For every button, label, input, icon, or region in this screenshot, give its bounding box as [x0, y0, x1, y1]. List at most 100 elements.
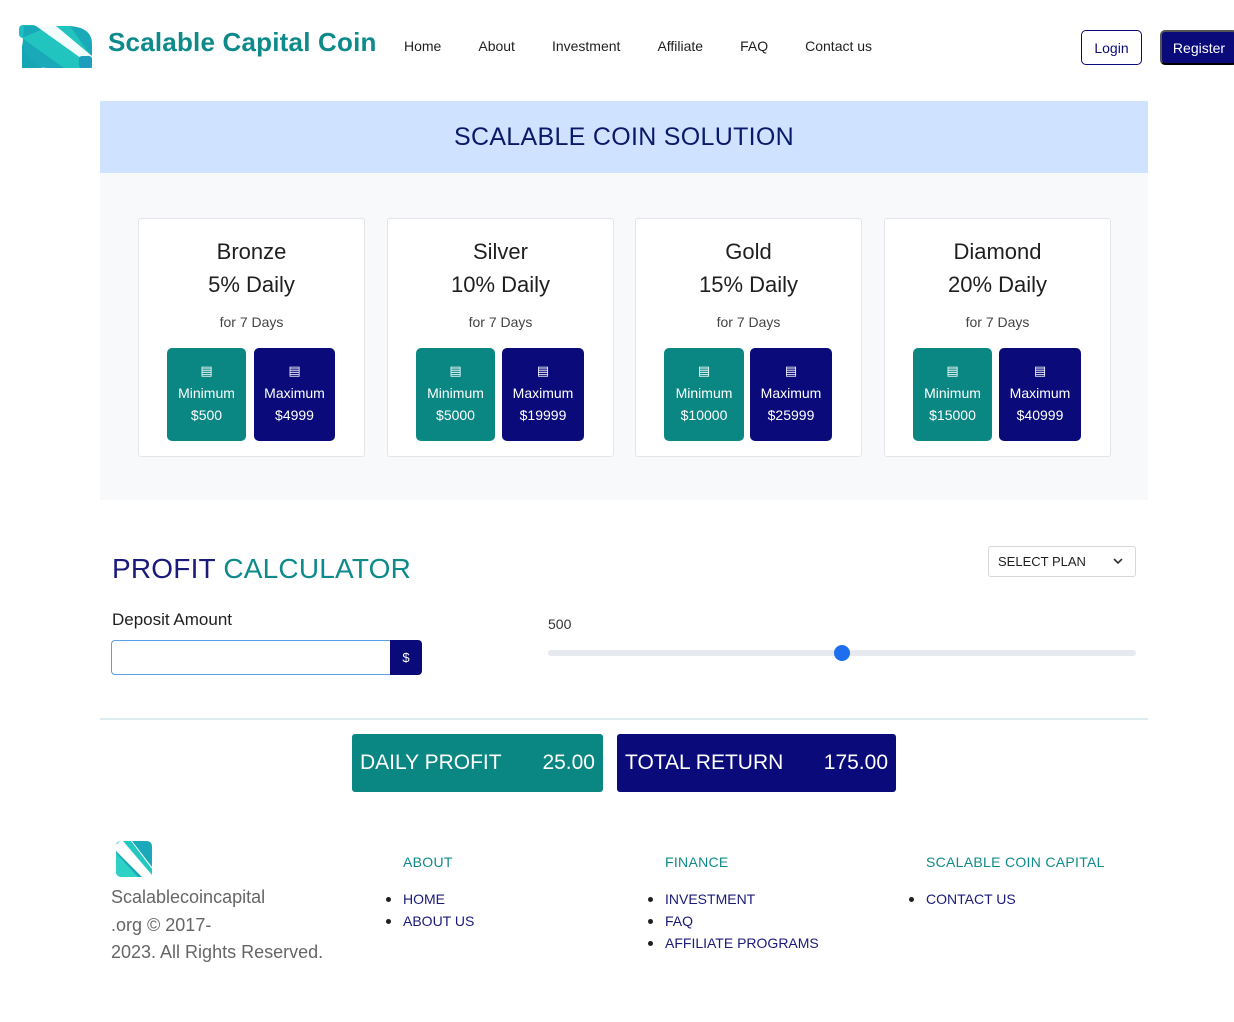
minimum-value: $15000 [929, 407, 976, 423]
total-return-label: TOTAL RETURN [625, 751, 784, 774]
cash-register-icon: ▤ [449, 363, 462, 378]
footer-list-finance: INVESTMENT FAQ AFFILIATE PROGRAMS [648, 889, 819, 955]
cash-register-icon: ▤ [536, 363, 550, 378]
footer-list-about: HOME ABOUT US [386, 889, 474, 933]
daily-profit-box: DAILY PROFIT 25.00 [352, 734, 603, 792]
total-return-value: 175.00 [823, 751, 888, 774]
daily-profit-label: DAILY PROFIT [360, 751, 502, 774]
nav-link-faq[interactable]: FAQ [740, 38, 768, 54]
footer-heading-finance: FINANCE [665, 854, 729, 870]
profit-calculator-title: PROFIT CALCULATOR [112, 553, 411, 585]
brand-logo[interactable] [12, 18, 104, 76]
slider-value-readout: 500 [548, 616, 572, 632]
plan-duration: for 7 Days [219, 314, 284, 330]
plan-name: Diamond [953, 239, 1042, 264]
maximum-value: $19999 [519, 407, 567, 423]
title-part-1: PROFIT [112, 553, 216, 584]
minimum-value: $5000 [436, 407, 475, 423]
footer-heading-scalable: SCALABLE COIN CAPITAL [926, 854, 1105, 870]
plan-minimum-button[interactable]: ▤ Minimum $5000 [416, 348, 495, 441]
register-button[interactable]: Register [1160, 30, 1234, 65]
nav-link-contact[interactable]: Contact us [805, 38, 872, 54]
footer-logo[interactable] [114, 839, 154, 879]
minimum-value: $500 [190, 407, 223, 423]
plan-rate: 15% Daily [698, 272, 799, 297]
plan-duration: for 7 Days [716, 314, 781, 330]
nav-link-about[interactable]: About [478, 38, 515, 54]
plans-section: Bronze 5% Daily for 7 Days ▤ Minimum $50… [100, 173, 1148, 500]
cash-register-icon: ▤ [200, 363, 213, 378]
maximum-label: Maximum [760, 385, 822, 401]
deposit-amount-label: Deposit Amount [112, 610, 233, 629]
nav-link-home[interactable]: Home [404, 38, 441, 54]
maximum-value: $25999 [767, 407, 815, 423]
maximum-label: Maximum [264, 385, 325, 401]
minimum-value: $10000 [680, 407, 728, 423]
plan-card-diamond: Diamond 20% Daily for 7 Days ▤ Minimum $… [884, 218, 1111, 457]
hero-title: SCALABLE COIN SOLUTION [453, 122, 795, 151]
plan-maximum-button[interactable]: ▤ Maximum $4999 [254, 348, 335, 441]
plan-rate: 20% Daily [947, 272, 1048, 297]
select-plan-dropdown[interactable]: SELECT PLAN [988, 546, 1136, 577]
footer-link-about-us[interactable]: ABOUT US [386, 911, 474, 933]
maximum-label: Maximum [1009, 385, 1071, 401]
plan-maximum-button[interactable]: ▤ Maximum $40999 [999, 348, 1081, 441]
select-plan-label: SELECT PLAN [998, 554, 1086, 569]
plan-minimum-button[interactable]: ▤ Minimum $500 [167, 348, 246, 441]
plan-card-silver: Silver 10% Daily for 7 Days ▤ Minimum $5… [387, 218, 614, 457]
plan-name: Bronze [216, 239, 287, 264]
footer-copyright: Scalablecoincapital .org © 2017- 2023. A… [111, 884, 341, 967]
navbar: Scalable Capital Coin Home About Investm… [0, 0, 1234, 96]
currency-addon: $ [390, 640, 422, 675]
footer-link-home[interactable]: HOME [386, 889, 474, 911]
minimum-label: Minimum [427, 385, 484, 401]
deposit-slider-thumb[interactable] [834, 645, 850, 661]
footer-heading-about: ABOUT [403, 854, 453, 870]
title-part-2: CALCULATOR [223, 553, 412, 584]
minimum-label: Minimum [178, 385, 235, 401]
daily-profit-value: 25.00 [542, 751, 595, 774]
hero-banner: SCALABLE COIN SOLUTION [100, 101, 1148, 173]
copyright-line: Scalablecoincapital [111, 887, 266, 907]
cash-register-icon: ▤ [946, 363, 959, 378]
copyright-line: .org © 2017- [111, 914, 212, 935]
section-divider [100, 718, 1148, 720]
main-nav: Home About Investment Affiliate FAQ Cont… [404, 38, 909, 54]
plan-maximum-button[interactable]: ▤ Maximum $19999 [502, 348, 584, 441]
copyright-line: 2023. All Rights Reserved. [111, 942, 324, 962]
plan-maximum-button[interactable]: ▤ Maximum $25999 [750, 348, 832, 441]
cash-register-icon: ▤ [697, 363, 711, 378]
maximum-value: $4999 [275, 407, 314, 423]
logo-icon [116, 841, 152, 877]
nav-link-affiliate[interactable]: Affiliate [657, 38, 703, 54]
footer-link-contact-us[interactable]: CONTACT US [909, 889, 1016, 911]
chevron-down-icon [1113, 558, 1123, 565]
footer-link-affiliate-programs[interactable]: AFFILIATE PROGRAMS [648, 933, 819, 955]
plan-card-gold: Gold 15% Daily for 7 Days ▤ Minimum $100… [635, 218, 862, 457]
plan-rate: 10% Daily [450, 272, 551, 297]
cash-register-icon: ▤ [1033, 363, 1047, 378]
plan-name: Gold [725, 239, 772, 264]
logo-icon [12, 18, 104, 76]
maximum-label: Maximum [512, 385, 574, 401]
total-return-box: TOTAL RETURN 175.00 [617, 734, 896, 792]
footer-list-scalable: CONTACT US [909, 889, 1016, 911]
plan-duration: for 7 Days [468, 314, 533, 330]
minimum-label: Minimum [924, 385, 981, 401]
login-button[interactable]: Login [1081, 30, 1142, 65]
plan-duration: for 7 Days [965, 314, 1030, 330]
deposit-amount-input[interactable] [111, 640, 391, 675]
footer-link-faq[interactable]: FAQ [648, 911, 819, 933]
footer-link-investment[interactable]: INVESTMENT [648, 889, 819, 911]
plan-name: Silver [472, 239, 528, 264]
nav-link-investment[interactable]: Investment [552, 38, 620, 54]
minimum-label: Minimum [675, 385, 733, 401]
plan-card-bronze: Bronze 5% Daily for 7 Days ▤ Minimum $50… [138, 218, 365, 457]
plan-minimum-button[interactable]: ▤ Minimum $10000 [664, 348, 744, 441]
maximum-value: $40999 [1016, 407, 1064, 423]
cash-register-icon: ▤ [288, 363, 301, 378]
plan-minimum-button[interactable]: ▤ Minimum $15000 [913, 348, 992, 441]
brand-name[interactable]: Scalable Capital Coin [108, 27, 377, 58]
cash-register-icon: ▤ [784, 363, 798, 378]
plan-rate: 5% Daily [208, 272, 295, 297]
